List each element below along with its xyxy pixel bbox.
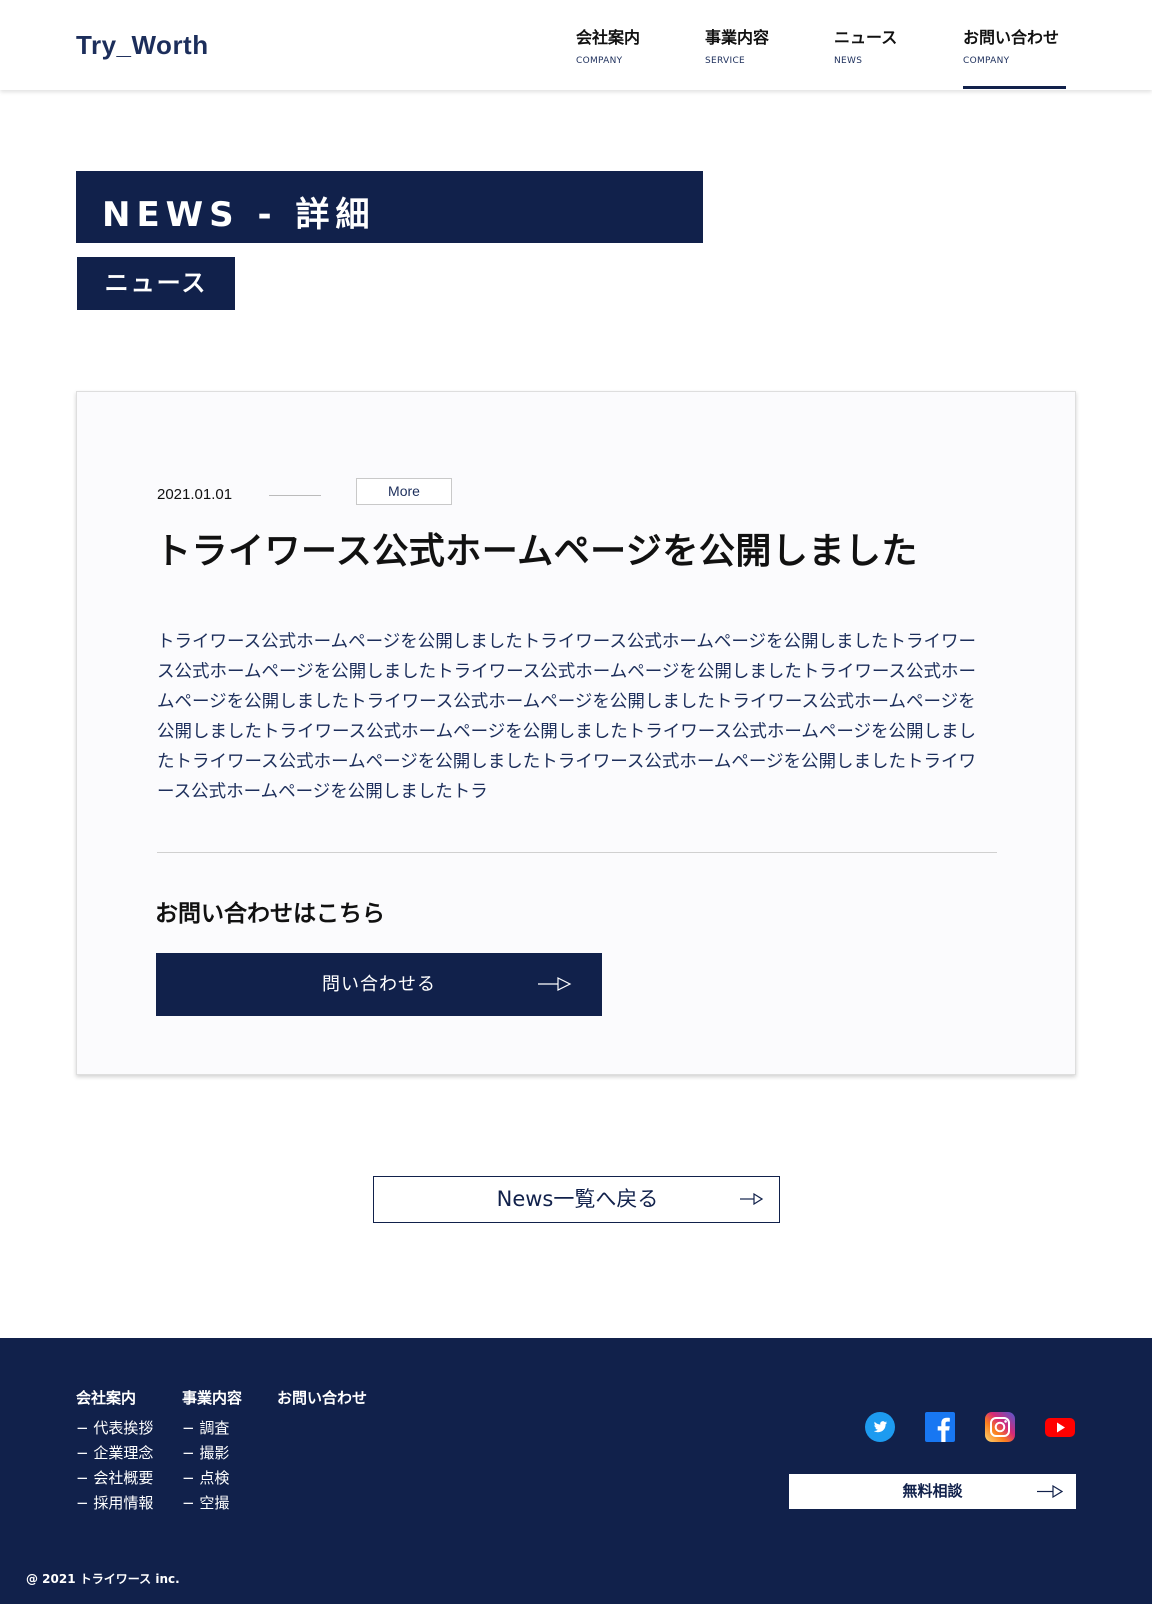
footer-link[interactable]: − 採用情報 — [76, 1491, 153, 1516]
free-consultation-button[interactable]: 無料相談 — [789, 1474, 1076, 1509]
nav-active-indicator — [963, 86, 1066, 89]
nav-label: お問い合わせ — [963, 28, 1060, 47]
nav-label: ニュース — [834, 28, 898, 47]
free-consultation-label: 無料相談 — [902, 1482, 963, 1500]
page-title: NEWS - 詳細 — [102, 195, 376, 235]
divider — [269, 495, 321, 496]
more-button[interactable]: More — [356, 478, 452, 505]
arrow-right-icon — [740, 1193, 764, 1205]
nav-sublabel: COMPANY — [963, 56, 1010, 66]
nav-label: 事業内容 — [705, 28, 770, 47]
article-title: トライワース公式ホームページを公開しました — [155, 531, 918, 572]
nav-item-contact[interactable]: お問い合わせ COMPANY — [963, 24, 1059, 66]
article-date: 2021.01.01 — [157, 486, 233, 503]
nav-sublabel: SERVICE — [705, 56, 746, 66]
nav-label: 会社案内 — [576, 28, 641, 47]
footer-column-heading[interactable]: 会社案内 — [76, 1387, 153, 1408]
back-button-label: News一覧へ戻る — [496, 1187, 659, 1211]
page-title-banner: NEWS - 詳細 — [76, 171, 703, 243]
nav-sublabel: NEWS — [834, 56, 863, 66]
footer-link[interactable]: − 会社概要 — [76, 1466, 153, 1491]
instagram-icon[interactable] — [985, 1412, 1015, 1442]
footer-link[interactable]: − 調査 — [182, 1416, 242, 1441]
divider — [157, 852, 997, 853]
contact-button-label: 問い合わせる — [322, 974, 436, 995]
article-card: 2021.01.01 More トライワース公式ホームページを公開しました トラ… — [76, 391, 1076, 1075]
site-logo[interactable]: Try_Worth — [76, 30, 209, 61]
nav-item-company[interactable]: 会社案内 COMPANY — [576, 24, 640, 66]
nav-sublabel: COMPANY — [576, 56, 623, 66]
footer-column-contact: お問い合わせ — [277, 1387, 367, 1416]
footer-column-company: 会社案内 − 代表挨拶 − 企業理念 − 会社概要 − 採用情報 — [76, 1387, 153, 1516]
back-to-news-list-button[interactable]: News一覧へ戻る — [373, 1176, 780, 1223]
footer-column-service: 事業内容 − 調査 − 撮影 − 点検 − 空撮 — [182, 1387, 242, 1516]
twitter-icon[interactable] — [865, 1412, 895, 1442]
category-label: ニュース — [104, 269, 208, 297]
arrow-right-icon — [538, 977, 572, 991]
copyright: @ 2021 トライワース inc. — [26, 1572, 180, 1586]
site-header: Try_Worth 会社案内 COMPANY 事業内容 SERVICE ニュース… — [0, 0, 1152, 90]
footer-column-heading[interactable]: お問い合わせ — [277, 1387, 367, 1408]
facebook-icon[interactable] — [925, 1412, 955, 1442]
contact-button[interactable]: 問い合わせる — [156, 953, 602, 1016]
nav-item-news[interactable]: ニュース NEWS — [834, 24, 897, 66]
footer-link[interactable]: − 撮影 — [182, 1441, 242, 1466]
youtube-icon[interactable] — [1045, 1412, 1075, 1442]
site-footer: 会社案内 − 代表挨拶 − 企業理念 − 会社概要 − 採用情報 事業内容 − … — [0, 1338, 1152, 1604]
footer-column-heading[interactable]: 事業内容 — [182, 1387, 242, 1408]
arrow-right-icon — [1037, 1485, 1063, 1498]
contact-heading: お問い合わせはこちら — [155, 901, 385, 927]
footer-link[interactable]: − 空撮 — [182, 1491, 242, 1516]
nav-item-service[interactable]: 事業内容 SERVICE — [705, 24, 769, 66]
footer-link[interactable]: − 企業理念 — [76, 1441, 153, 1466]
footer-link[interactable]: − 点検 — [182, 1466, 242, 1491]
category-badge: ニュース — [77, 257, 235, 310]
footer-link[interactable]: − 代表挨拶 — [76, 1416, 153, 1441]
article-body: トライワース公式ホームページを公開しましたトライワース公式ホームページを公開しま… — [157, 632, 976, 802]
